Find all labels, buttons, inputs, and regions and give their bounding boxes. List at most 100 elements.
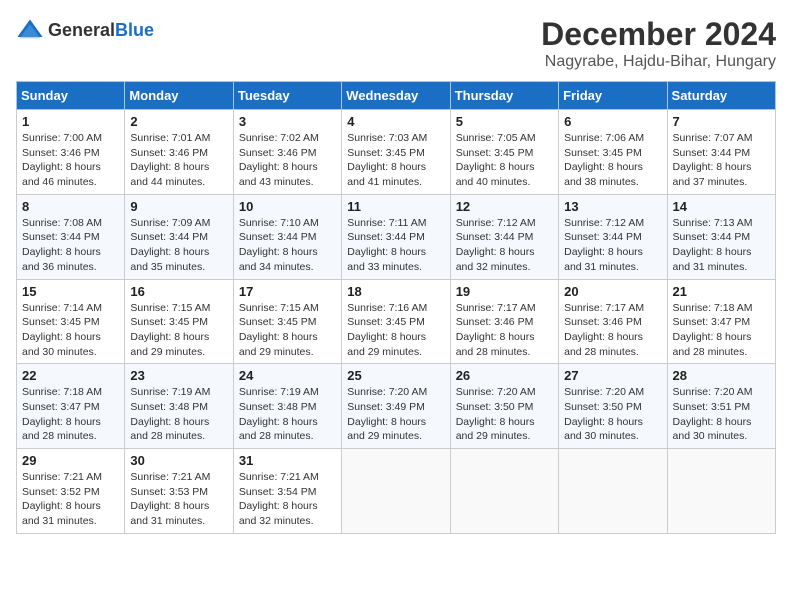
week-row-2: 8 Sunrise: 7:08 AMSunset: 3:44 PMDayligh… [17,194,776,279]
day-info: Sunrise: 7:02 AMSunset: 3:46 PMDaylight:… [239,132,319,188]
day-info: Sunrise: 7:12 AMSunset: 3:44 PMDaylight:… [564,217,644,273]
day-info: Sunrise: 7:20 AMSunset: 3:49 PMDaylight:… [347,386,427,442]
day-info: Sunrise: 7:12 AMSunset: 3:44 PMDaylight:… [456,217,536,273]
day-number: 29 [22,453,119,468]
day-info: Sunrise: 7:15 AMSunset: 3:45 PMDaylight:… [130,302,210,358]
day-cell-6: 6 Sunrise: 7:06 AMSunset: 3:45 PMDayligh… [559,110,667,195]
day-info: Sunrise: 7:09 AMSunset: 3:44 PMDaylight:… [130,217,210,273]
day-cell-21: 21 Sunrise: 7:18 AMSunset: 3:47 PMDaylig… [667,279,775,364]
day-cell-13: 13 Sunrise: 7:12 AMSunset: 3:44 PMDaylig… [559,194,667,279]
day-number: 22 [22,368,119,383]
day-number: 24 [239,368,336,383]
weekday-header-friday: Friday [559,82,667,110]
day-cell-24: 24 Sunrise: 7:19 AMSunset: 3:48 PMDaylig… [233,364,341,449]
day-cell-5: 5 Sunrise: 7:05 AMSunset: 3:45 PMDayligh… [450,110,558,195]
day-cell-27: 27 Sunrise: 7:20 AMSunset: 3:50 PMDaylig… [559,364,667,449]
week-row-5: 29 Sunrise: 7:21 AMSunset: 3:52 PMDaylig… [17,449,776,534]
day-number: 26 [456,368,553,383]
day-number: 20 [564,284,661,299]
day-info: Sunrise: 7:21 AMSunset: 3:52 PMDaylight:… [22,471,102,527]
empty-cell [667,449,775,534]
day-number: 3 [239,114,336,129]
day-cell-1: 1 Sunrise: 7:00 AMSunset: 3:46 PMDayligh… [17,110,125,195]
month-title: December 2024 [541,16,776,53]
calendar: SundayMondayTuesdayWednesdayThursdayFrid… [16,81,776,534]
day-cell-20: 20 Sunrise: 7:17 AMSunset: 3:46 PMDaylig… [559,279,667,364]
day-cell-2: 2 Sunrise: 7:01 AMSunset: 3:46 PMDayligh… [125,110,233,195]
day-cell-8: 8 Sunrise: 7:08 AMSunset: 3:44 PMDayligh… [17,194,125,279]
logo-icon [16,16,44,44]
day-cell-10: 10 Sunrise: 7:10 AMSunset: 3:44 PMDaylig… [233,194,341,279]
week-row-3: 15 Sunrise: 7:14 AMSunset: 3:45 PMDaylig… [17,279,776,364]
logo-text-blue: Blue [115,20,154,41]
day-number: 12 [456,199,553,214]
day-number: 11 [347,199,444,214]
day-cell-15: 15 Sunrise: 7:14 AMSunset: 3:45 PMDaylig… [17,279,125,364]
day-cell-12: 12 Sunrise: 7:12 AMSunset: 3:44 PMDaylig… [450,194,558,279]
day-info: Sunrise: 7:01 AMSunset: 3:46 PMDaylight:… [130,132,210,188]
day-cell-4: 4 Sunrise: 7:03 AMSunset: 3:45 PMDayligh… [342,110,450,195]
day-number: 4 [347,114,444,129]
weekday-header-sunday: Sunday [17,82,125,110]
week-row-4: 22 Sunrise: 7:18 AMSunset: 3:47 PMDaylig… [17,364,776,449]
weekday-header-thursday: Thursday [450,82,558,110]
day-number: 14 [673,199,770,214]
day-number: 19 [456,284,553,299]
day-cell-14: 14 Sunrise: 7:13 AMSunset: 3:44 PMDaylig… [667,194,775,279]
day-number: 13 [564,199,661,214]
logo-text-general: General [48,20,115,41]
day-number: 31 [239,453,336,468]
day-info: Sunrise: 7:14 AMSunset: 3:45 PMDaylight:… [22,302,102,358]
day-number: 21 [673,284,770,299]
weekday-header-tuesday: Tuesday [233,82,341,110]
weekday-header-row: SundayMondayTuesdayWednesdayThursdayFrid… [17,82,776,110]
day-cell-7: 7 Sunrise: 7:07 AMSunset: 3:44 PMDayligh… [667,110,775,195]
day-cell-23: 23 Sunrise: 7:19 AMSunset: 3:48 PMDaylig… [125,364,233,449]
day-info: Sunrise: 7:05 AMSunset: 3:45 PMDaylight:… [456,132,536,188]
day-info: Sunrise: 7:07 AMSunset: 3:44 PMDaylight:… [673,132,753,188]
day-cell-30: 30 Sunrise: 7:21 AMSunset: 3:53 PMDaylig… [125,449,233,534]
empty-cell [342,449,450,534]
day-info: Sunrise: 7:17 AMSunset: 3:46 PMDaylight:… [564,302,644,358]
day-number: 10 [239,199,336,214]
day-number: 15 [22,284,119,299]
day-info: Sunrise: 7:21 AMSunset: 3:53 PMDaylight:… [130,471,210,527]
day-info: Sunrise: 7:16 AMSunset: 3:45 PMDaylight:… [347,302,427,358]
day-number: 28 [673,368,770,383]
header: General Blue December 2024 Nagyrabe, Haj… [16,16,776,71]
day-cell-22: 22 Sunrise: 7:18 AMSunset: 3:47 PMDaylig… [17,364,125,449]
day-info: Sunrise: 7:10 AMSunset: 3:44 PMDaylight:… [239,217,319,273]
weekday-header-wednesday: Wednesday [342,82,450,110]
day-number: 16 [130,284,227,299]
day-number: 5 [456,114,553,129]
day-cell-26: 26 Sunrise: 7:20 AMSunset: 3:50 PMDaylig… [450,364,558,449]
day-number: 27 [564,368,661,383]
title-area: December 2024 Nagyrabe, Hajdu-Bihar, Hun… [541,16,776,71]
day-cell-3: 3 Sunrise: 7:02 AMSunset: 3:46 PMDayligh… [233,110,341,195]
day-info: Sunrise: 7:19 AMSunset: 3:48 PMDaylight:… [130,386,210,442]
day-number: 7 [673,114,770,129]
day-number: 1 [22,114,119,129]
day-number: 2 [130,114,227,129]
day-cell-11: 11 Sunrise: 7:11 AMSunset: 3:44 PMDaylig… [342,194,450,279]
day-cell-28: 28 Sunrise: 7:20 AMSunset: 3:51 PMDaylig… [667,364,775,449]
day-cell-16: 16 Sunrise: 7:15 AMSunset: 3:45 PMDaylig… [125,279,233,364]
logo: General Blue [16,16,154,44]
day-info: Sunrise: 7:17 AMSunset: 3:46 PMDaylight:… [456,302,536,358]
weekday-header-saturday: Saturday [667,82,775,110]
day-cell-31: 31 Sunrise: 7:21 AMSunset: 3:54 PMDaylig… [233,449,341,534]
day-number: 23 [130,368,227,383]
day-info: Sunrise: 7:03 AMSunset: 3:45 PMDaylight:… [347,132,427,188]
day-info: Sunrise: 7:11 AMSunset: 3:44 PMDaylight:… [347,217,426,273]
day-info: Sunrise: 7:06 AMSunset: 3:45 PMDaylight:… [564,132,644,188]
day-info: Sunrise: 7:20 AMSunset: 3:51 PMDaylight:… [673,386,753,442]
day-info: Sunrise: 7:18 AMSunset: 3:47 PMDaylight:… [673,302,753,358]
day-number: 17 [239,284,336,299]
day-cell-18: 18 Sunrise: 7:16 AMSunset: 3:45 PMDaylig… [342,279,450,364]
day-cell-19: 19 Sunrise: 7:17 AMSunset: 3:46 PMDaylig… [450,279,558,364]
day-info: Sunrise: 7:21 AMSunset: 3:54 PMDaylight:… [239,471,319,527]
day-number: 30 [130,453,227,468]
weekday-header-monday: Monday [125,82,233,110]
week-row-1: 1 Sunrise: 7:00 AMSunset: 3:46 PMDayligh… [17,110,776,195]
day-number: 9 [130,199,227,214]
